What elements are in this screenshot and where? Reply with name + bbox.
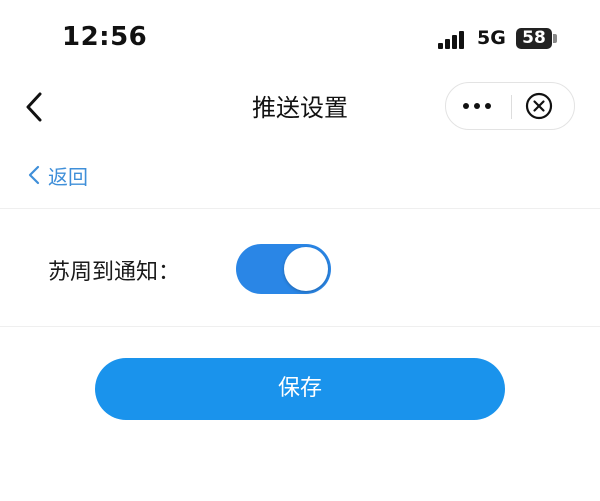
more-dots-icon bbox=[463, 103, 469, 109]
network-type: 5G bbox=[477, 27, 506, 49]
toggle-knob bbox=[284, 247, 328, 291]
divider bbox=[0, 326, 600, 327]
back-link-label: 返回 bbox=[48, 164, 88, 189]
signal-icon bbox=[438, 31, 468, 49]
close-button[interactable] bbox=[525, 92, 553, 120]
back-link[interactable]: 返回 bbox=[28, 160, 88, 190]
close-circle-icon bbox=[525, 92, 553, 120]
save-button[interactable]: 保存 bbox=[95, 358, 505, 420]
mini-program-capsule bbox=[445, 82, 575, 130]
divider bbox=[0, 208, 600, 209]
battery-icon: 58 bbox=[516, 28, 552, 49]
notification-toggle[interactable] bbox=[236, 244, 331, 294]
push-settings-page: 12:56 5G 58 推送设置 返回 苏周到通知： 保存 bbox=[0, 0, 600, 501]
battery-tip bbox=[553, 34, 557, 43]
status-time: 12:56 bbox=[62, 22, 148, 52]
notification-setting-label: 苏周到通知： bbox=[48, 260, 181, 285]
back-chevron-icon bbox=[28, 165, 40, 185]
more-button[interactable] bbox=[446, 83, 510, 129]
capsule-divider bbox=[511, 95, 512, 119]
battery-level: 58 bbox=[522, 28, 546, 48]
